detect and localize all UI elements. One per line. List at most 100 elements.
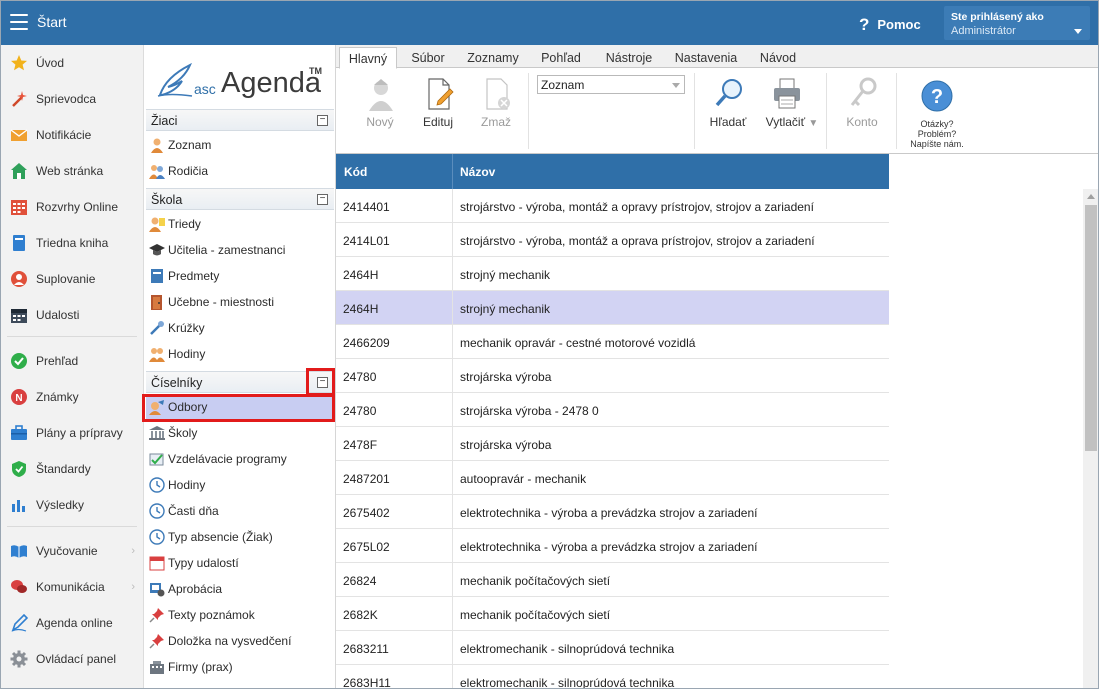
user-menu[interactable]: Ste prihlásený ako Administrátor [944, 6, 1090, 40]
bar-chart-icon [12, 500, 25, 512]
help-button[interactable]: ? Pomoc [859, 14, 921, 34]
column-header-code[interactable]: Kód [344, 165, 367, 179]
ribbon-divider [694, 73, 695, 149]
table-row[interactable]: 2683H11 elektromechanik - silnoprúdová te… [336, 665, 889, 688]
side-item-casti-dna[interactable]: Časti dňa [146, 499, 334, 523]
nav-divider [7, 336, 137, 337]
nav-item-prehlad[interactable]: Prehľad [1, 343, 143, 379]
scroll-up-icon[interactable] [1087, 194, 1095, 199]
account-button[interactable]: Konto [837, 77, 887, 143]
nav-item-agenda-online[interactable]: Agenda online [1, 605, 143, 641]
tab-zoznamy[interactable]: Zoznamy [460, 49, 526, 69]
edit-button[interactable]: Edituj [413, 77, 463, 143]
side-item-label: Vzdelávacie programy [168, 452, 287, 466]
collapse-icon[interactable]: − [317, 115, 328, 126]
nav-item-web-stranka[interactable]: Web stránka [1, 153, 143, 189]
tab-nastroje[interactable]: Nástroje [596, 49, 662, 69]
nav-item-suplovanie[interactable]: Suplovanie [1, 261, 143, 297]
table-row[interactable]: 2464H strojný mechanik [336, 291, 889, 325]
side-item-texty-poznamok[interactable]: Texty poznámok [146, 603, 334, 627]
column-header-name[interactable]: Názov [460, 165, 495, 179]
school-building-icon [149, 426, 165, 440]
nav-item-standardy[interactable]: Štandardy [1, 451, 143, 487]
table-row[interactable]: 2675402 elektrotechnika - výroba a prevád… [336, 495, 889, 529]
print-button[interactable]: Vytlačiť ▼ [761, 77, 823, 143]
side-item-triedy[interactable]: Triedy [146, 212, 334, 236]
nav-item-komunikacia[interactable]: Komunikácia › [1, 569, 143, 605]
nav-item-vyucovanie[interactable]: Vyučovanie › [1, 533, 143, 569]
table-row[interactable]: 2414401 strojárstvo - výroba, montáž a op… [336, 189, 889, 223]
table-row[interactable]: 24780 strojárska výroba [336, 359, 889, 393]
tab-pohlad[interactable]: Pohľad [533, 49, 589, 69]
side-item-aprobacia[interactable]: Aprobácia [146, 577, 334, 601]
collapse-icon[interactable]: − [317, 194, 328, 205]
nav-item-uvod[interactable]: Úvod [1, 45, 143, 81]
table-row[interactable]: 2682K mechanik počítačových sietí [336, 597, 889, 631]
hamburger-menu-icon[interactable] [10, 14, 28, 30]
delete-button[interactable]: Zmaž [471, 77, 521, 143]
help-label: Pomoc [877, 17, 921, 32]
view-select[interactable]: Zoznam [537, 75, 685, 94]
tab-nastavenia[interactable]: Nastavenia [670, 49, 742, 69]
side-item-rodicia[interactable]: Rodičia [146, 159, 334, 183]
table-row[interactable]: 2466209 mechanik opravár - cestné motorov… [336, 325, 889, 359]
table-row[interactable]: 2414L01 strojárstvo - výroba, montáž a op… [336, 223, 889, 257]
contact-help-button[interactable]: ? Otázky? Problém? Napíšte nám. [904, 80, 970, 149]
side-item-skoly[interactable]: Školy [146, 421, 334, 445]
side-item-label: Predmety [168, 269, 220, 283]
side-item-firmy[interactable]: Firmy (prax) [146, 655, 334, 679]
side-item-dolozka[interactable]: Doložka na vysvedčení [146, 629, 334, 653]
chevron-right-icon: › [131, 581, 135, 593]
side-item-hodiny-skola[interactable]: Hodiny [146, 342, 334, 366]
nav-item-triedna-kniha[interactable]: Triedna kniha [1, 225, 143, 261]
app-title[interactable]: Štart [37, 14, 67, 30]
side-item-ucebne[interactable]: Učebne - miestnosti [146, 290, 334, 314]
vertical-scrollbar[interactable] [1083, 189, 1098, 688]
table-row[interactable]: 2478F strojárska výroba [336, 427, 889, 461]
table-row[interactable]: 24780 strojárska výroba - 2478 0 [336, 393, 889, 427]
scrollbar-thumb[interactable] [1085, 205, 1097, 451]
cell-code: 2464H [343, 302, 379, 316]
table-row[interactable]: 2487201 autoopravár - mechanik [336, 461, 889, 495]
nav-item-rozvrhy-online[interactable]: Rozvrhy Online [1, 189, 143, 225]
side-item-predmety[interactable]: Predmety [146, 264, 334, 288]
nav-item-vysledky[interactable]: Výsledky [1, 487, 143, 523]
new-button[interactable]: Nový [355, 77, 405, 143]
side-item-label: Doložka na vysvedčení [168, 634, 292, 648]
tab-hlavny[interactable]: Hlavný [339, 47, 397, 69]
tab-navod[interactable]: Návod [750, 49, 806, 69]
side-item-hodiny-ciselnik[interactable]: Hodiny [146, 473, 334, 497]
side-item-kruzky[interactable]: Krúžky [146, 316, 334, 340]
table-row[interactable]: 2675L02 elektrotechnika - výroba a prevád… [336, 529, 889, 563]
nav-item-plany-a-pripravy[interactable]: Plány a prípravy [1, 415, 143, 451]
ribbon-toolbar: Hlavný Súbor Zoznamy Pohľad Nástroje Nas… [336, 45, 1098, 154]
side-item-typy-udalosti[interactable]: Typy udalostí [146, 551, 334, 575]
tab-subor[interactable]: Súbor [402, 49, 454, 69]
program-icon [149, 453, 164, 466]
nav-item-notifikacie[interactable]: Notifikácie [1, 117, 143, 153]
section-header-ziaci[interactable]: Žiaci − [146, 109, 334, 131]
side-item-ucitelia[interactable]: Učitelia - zamestnanci [146, 238, 334, 262]
nav-item-udalosti[interactable]: Udalosti [1, 297, 143, 333]
table-row[interactable]: 26824 mechanik počítačových sietí [336, 563, 889, 597]
column-divider [452, 495, 453, 529]
lessons-icon [149, 348, 165, 362]
side-item-zoznam[interactable]: Zoznam [146, 133, 334, 157]
clock-icon [149, 477, 165, 493]
side-item-label: Firmy (prax) [168, 660, 233, 674]
logo-trademark: TM [309, 66, 322, 76]
chevron-down-icon[interactable]: ▼ [808, 118, 818, 129]
table-row[interactable]: 2683211 elektromechanik - silnoprúdová te… [336, 631, 889, 665]
table-row[interactable]: 2464H strojný mechanik [336, 257, 889, 291]
data-table: Kód Názov 2414401 strojárstvo - výroba, m… [336, 154, 889, 688]
search-button[interactable]: Hľadať [703, 77, 753, 143]
side-item-typ-absencie[interactable]: Typ absencie (Žiak) [146, 525, 334, 549]
nav-item-ovladaci-panel[interactable]: Ovládací panel [1, 641, 143, 677]
side-item-vzdelavacie-programy[interactable]: Vzdelávacie programy [146, 447, 334, 471]
section-header-skola[interactable]: Škola − [146, 188, 334, 210]
nav-item-sprievodca[interactable]: Sprievodca [1, 81, 143, 117]
side-item-label: Texty poznámok [168, 608, 255, 622]
nav-label: Notifikácie [36, 128, 92, 142]
student-icon [151, 138, 163, 153]
nav-item-znamky[interactable]: N Známky [1, 379, 143, 415]
